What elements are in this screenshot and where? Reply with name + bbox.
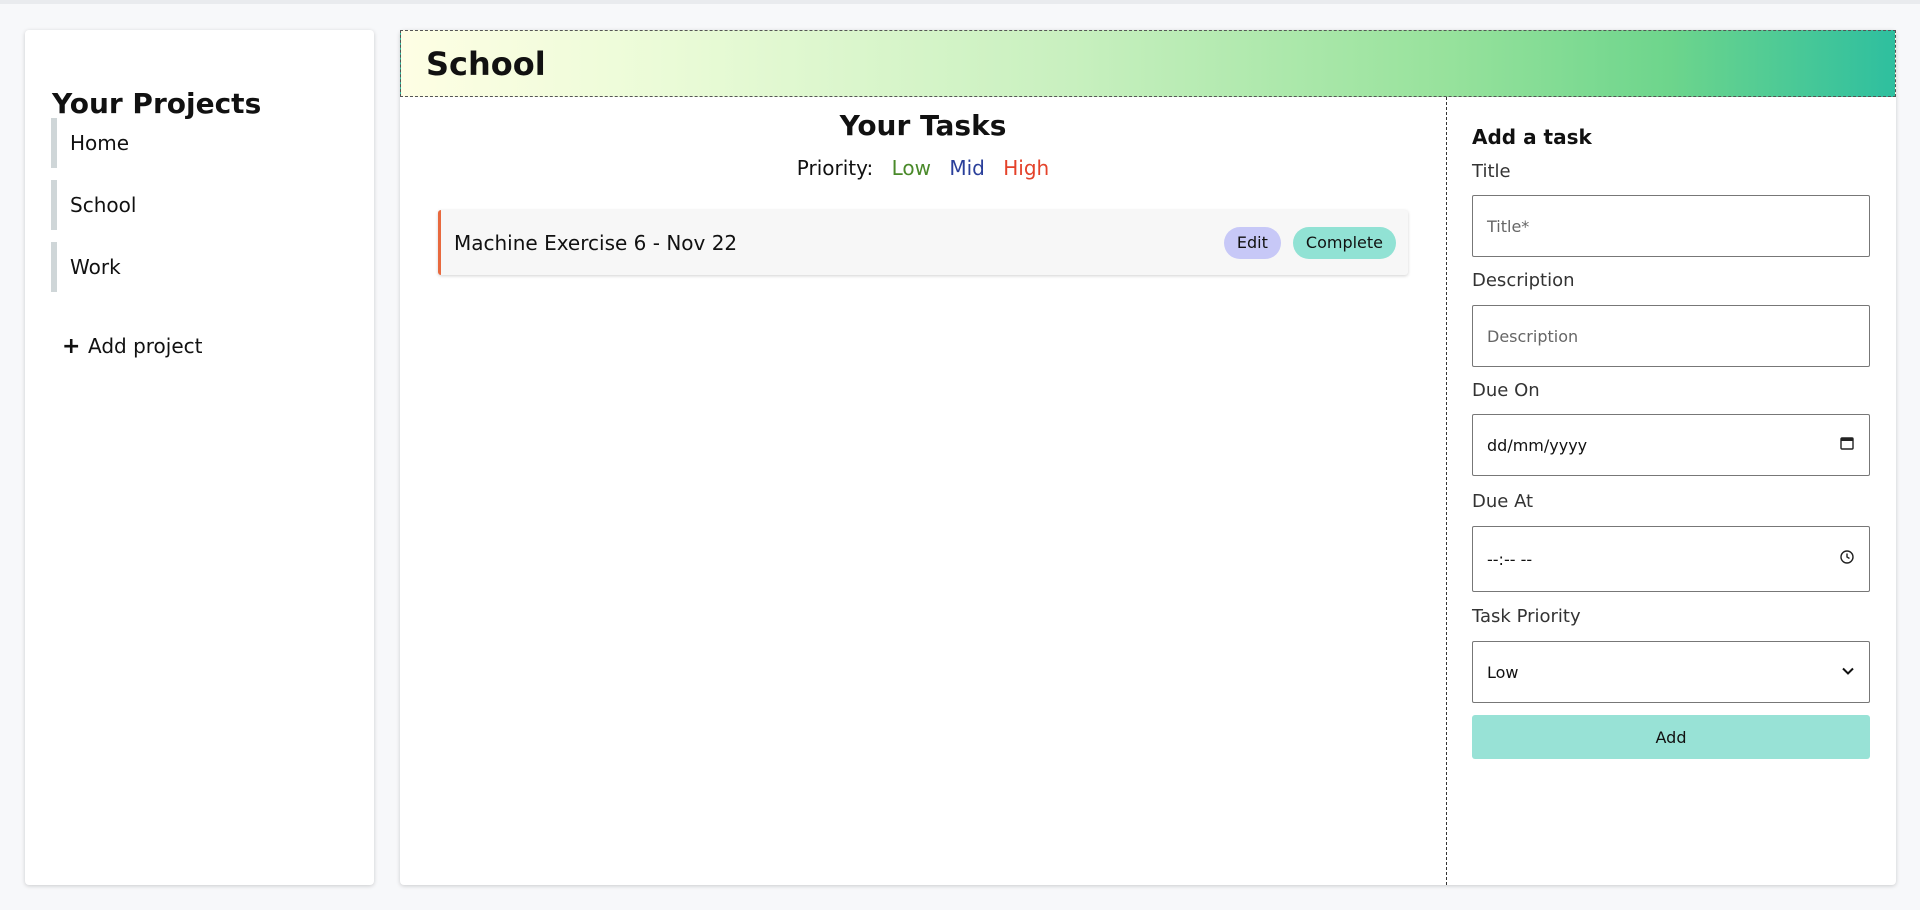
due-at-value: --:-- -- bbox=[1487, 549, 1533, 569]
priority-low-label: Low bbox=[891, 156, 931, 180]
add-project-button[interactable]: + Add project bbox=[62, 330, 203, 362]
main-panel: School Your Tasks Priority: Low Mid High… bbox=[400, 30, 1896, 885]
add-project-label: Add project bbox=[88, 334, 203, 358]
due-on-field-label: Due On bbox=[1472, 380, 1540, 401]
priority-mid-label: Mid bbox=[949, 156, 985, 180]
title-field-label: Title bbox=[1472, 161, 1511, 182]
due-on-value: dd/mm/yyyy bbox=[1487, 435, 1588, 455]
task-item[interactable]: Machine Exercise 6 - Nov 22 Edit Complet… bbox=[438, 210, 1408, 275]
title-input[interactable]: Title* bbox=[1472, 195, 1870, 257]
task-name: Machine Exercise 6 - Nov 22 bbox=[454, 230, 738, 255]
projects-sidebar: Your Projects Home School Work + Add pro… bbox=[25, 30, 374, 885]
form-title: Add a task bbox=[1472, 125, 1592, 149]
description-input[interactable]: Description bbox=[1472, 305, 1870, 367]
task-priority-select[interactable]: Low bbox=[1472, 641, 1870, 703]
sidebar-item-label: Home bbox=[70, 131, 130, 155]
tasks-section: Your Tasks Priority: Low Mid High Machin… bbox=[400, 97, 1446, 885]
description-field-label: Description bbox=[1472, 270, 1575, 291]
tasks-title: Your Tasks bbox=[839, 109, 1007, 142]
clock-icon[interactable] bbox=[1839, 549, 1855, 569]
title-input-placeholder: Title* bbox=[1487, 216, 1530, 236]
chevron-down-icon bbox=[1841, 663, 1855, 682]
sidebar-item-label: Work bbox=[70, 255, 121, 279]
top-border bbox=[0, 0, 1920, 4]
add-task-button[interactable]: Add bbox=[1472, 715, 1870, 759]
sidebar-item-school[interactable]: School bbox=[51, 180, 351, 230]
priority-high-label: High bbox=[1003, 156, 1050, 180]
task-priority-value: Low bbox=[1487, 662, 1519, 682]
task-priority-field-label: Task Priority bbox=[1472, 606, 1581, 627]
due-on-date-input[interactable]: dd/mm/yyyy bbox=[1472, 414, 1870, 476]
sidebar-item-home[interactable]: Home bbox=[51, 118, 351, 168]
project-header: School bbox=[400, 30, 1896, 97]
priority-legend-label: Priority: bbox=[796, 156, 874, 180]
add-task-form: Add a task Title Title* Description Desc… bbox=[1446, 97, 1896, 885]
due-at-time-input[interactable]: --:-- -- bbox=[1472, 526, 1870, 592]
sidebar-item-work[interactable]: Work bbox=[51, 242, 351, 292]
project-title: School bbox=[426, 44, 546, 83]
sidebar-item-label: School bbox=[70, 193, 137, 217]
edit-task-button[interactable]: Edit bbox=[1223, 226, 1281, 259]
description-input-placeholder: Description bbox=[1487, 326, 1579, 346]
plus-icon: + bbox=[62, 333, 81, 359]
due-at-field-label: Due At bbox=[1472, 491, 1534, 512]
priority-legend: Priority: Low Mid High bbox=[400, 156, 1446, 180]
calendar-icon[interactable] bbox=[1839, 435, 1855, 455]
complete-task-button[interactable]: Complete bbox=[1292, 226, 1396, 259]
